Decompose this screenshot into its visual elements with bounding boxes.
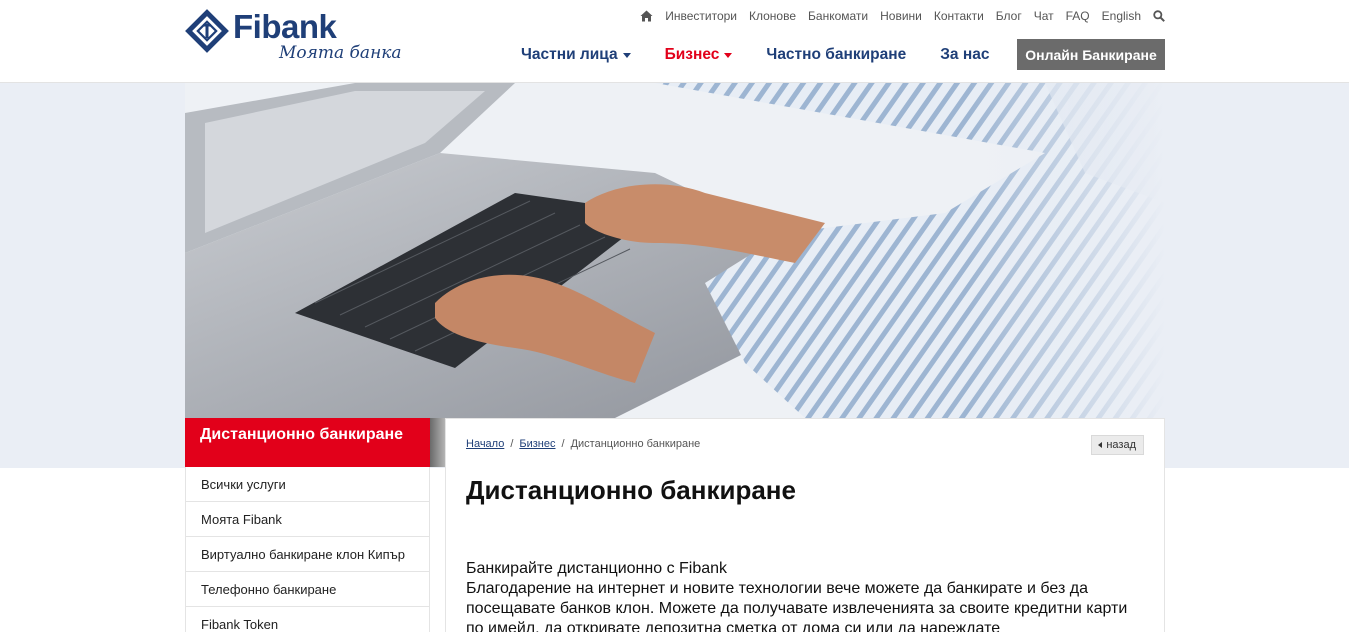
breadcrumb: Начало / Бизнес / Дистанционно банкиране <box>466 438 700 450</box>
nav-item-individuals[interactable]: Частни лица <box>521 46 631 64</box>
online-banking-button[interactable]: Онлайн Банкиране <box>1017 39 1165 70</box>
sidebar: Дистанционно банкиране Всички услуги Моя… <box>185 418 444 632</box>
fibank-logo-icon <box>185 9 229 53</box>
breadcrumb-separator: / <box>510 438 514 450</box>
util-link-branches[interactable]: Клонове <box>749 9 796 23</box>
back-button-label: назад <box>1106 439 1136 451</box>
main-content: Начало / Бизнес / Дистанционно банкиране… <box>445 418 1165 632</box>
back-button[interactable]: назад <box>1091 435 1144 455</box>
util-link-blog[interactable]: Блог <box>996 9 1022 23</box>
nav-item-label: За нас <box>940 45 990 63</box>
nav-item-label: Частно банкиране <box>766 45 907 63</box>
sidebar-title-shadow <box>430 418 446 467</box>
util-link-contacts[interactable]: Контакти <box>934 9 984 23</box>
page: Fibank Моята банка Инвеститори Клонове Б… <box>0 0 1349 632</box>
chevron-down-icon <box>622 53 631 58</box>
util-link-faq[interactable]: FAQ <box>1066 9 1090 23</box>
search-icon[interactable] <box>1153 10 1165 22</box>
sidebar-item-all-services[interactable]: Всички услуги <box>186 467 429 502</box>
breadcrumb-current: Дистанционно банкиране <box>570 438 701 450</box>
main-nav: Частни лица Бизнес Частно банкиране За н… <box>521 39 1023 70</box>
breadcrumb-home[interactable]: Начало <box>466 438 504 450</box>
logo-wordmark: Fibank <box>233 8 337 45</box>
nav-item-label: Частни лица <box>521 45 618 63</box>
nav-item-business[interactable]: Бизнес <box>665 46 733 64</box>
content-text: Банкирайте дистанционно с Fibank Благода… <box>466 559 1146 632</box>
page-title: Дистанционно банкиране <box>466 475 796 505</box>
fibank-logo[interactable]: Fibank Моята банка <box>185 8 425 69</box>
content-body: Благодарение на интернет и новите технол… <box>466 580 1128 632</box>
sidebar-item-fibank-token[interactable]: Fibank Token <box>186 607 429 632</box>
chevron-down-icon <box>724 53 733 58</box>
sidebar-list: Всички услуги Моята Fibank Виртуално бан… <box>185 467 430 632</box>
nav-item-about[interactable]: За нас <box>940 46 989 64</box>
util-link-news[interactable]: Новини <box>880 9 922 23</box>
home-icon[interactable] <box>640 10 653 22</box>
utility-nav: Инвеститори Клонове Банкомати Новини Кон… <box>640 9 1165 23</box>
content-lead: Банкирайте дистанционно с Fibank <box>466 560 728 577</box>
nav-item-private-banking[interactable]: Частно банкиране <box>766 46 906 64</box>
hero-image <box>185 83 1165 418</box>
sidebar-title: Дистанционно банкиране <box>185 418 444 467</box>
logo-slogan: Моята банка <box>279 43 402 63</box>
sidebar-item-my-fibank[interactable]: Моята Fibank <box>186 502 429 537</box>
sidebar-item-phone-banking[interactable]: Телефонно банкиране <box>186 572 429 607</box>
util-link-chat[interactable]: Чат <box>1034 9 1054 23</box>
header: Fibank Моята банка Инвеститори Клонове Б… <box>0 0 1349 83</box>
util-link-atms[interactable]: Банкомати <box>808 9 868 23</box>
breadcrumb-separator: / <box>561 438 565 450</box>
breadcrumb-business[interactable]: Бизнес <box>519 438 555 450</box>
nav-item-label: Бизнес <box>664 45 720 63</box>
util-link-investors[interactable]: Инвеститори <box>665 9 737 23</box>
hero-illustration <box>185 83 1165 418</box>
sidebar-item-virtual-cyprus[interactable]: Виртуално банкиране клон Кипър <box>186 537 429 572</box>
util-link-english[interactable]: English <box>1102 9 1141 23</box>
back-arrow-icon <box>1098 442 1103 448</box>
